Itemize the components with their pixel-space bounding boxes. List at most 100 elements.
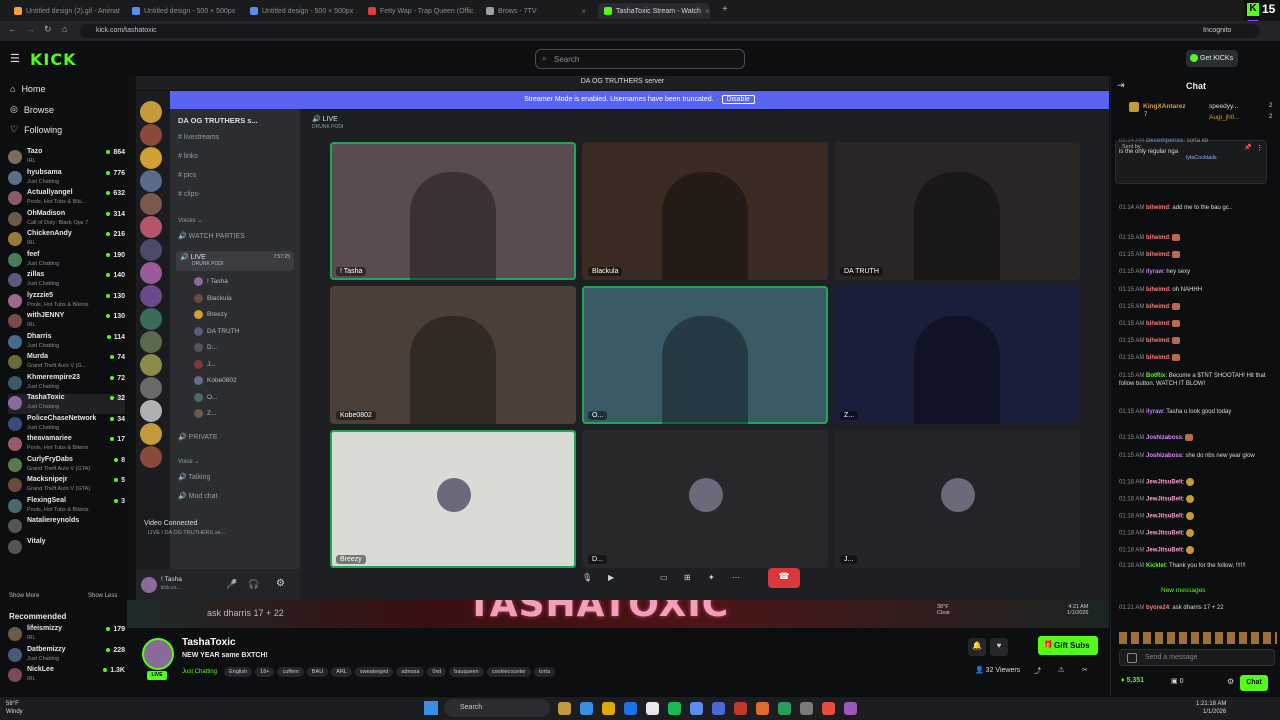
message-user[interactable]: biheimd <box>1146 304 1169 310</box>
camera-control-icon[interactable]: ▶ <box>608 573 614 582</box>
server-icon[interactable] <box>140 216 162 238</box>
text-channel[interactable]: # links <box>178 153 198 160</box>
message-user[interactable]: BotRix <box>1146 373 1165 379</box>
sidebar-channel[interactable]: Tazo IRL 864 <box>8 148 125 168</box>
new-tab-button[interactable]: + <box>722 4 728 15</box>
stream-tag[interactable]: adnosa <box>396 667 425 677</box>
sidebar-channel[interactable]: Datbemizzy Just Chatting 228 <box>8 646 125 666</box>
server-icon[interactable] <box>140 262 162 284</box>
live-voice-channel[interactable]: 🔊 LIVE 7:57:25 DRUNK PODI <box>176 251 294 271</box>
streamer-avatar[interactable] <box>142 638 174 670</box>
message-user[interactable]: JewJitsuBelt <box>1146 497 1183 503</box>
server-icon[interactable] <box>140 124 162 146</box>
server-icon[interactable] <box>140 446 162 468</box>
message-user[interactable]: biheimd <box>1146 321 1169 327</box>
taskbar-app-icon[interactable] <box>558 702 571 715</box>
sidebar-channel[interactable]: FlexingSeal Pools, Hot Tubs & Bikinis 3 <box>8 497 125 517</box>
message-user[interactable]: ilyraw <box>1146 409 1163 415</box>
video-tile[interactable]: D... <box>582 430 828 568</box>
taskbar-app-icon[interactable] <box>668 702 681 715</box>
emote-picker-icon[interactable] <box>1127 653 1137 663</box>
taskbar-app-icon[interactable] <box>690 702 703 715</box>
video-tile[interactable]: Breezy <box>330 430 576 568</box>
message-user[interactable]: JewJitsuBelt <box>1146 514 1183 520</box>
stream-tag[interactable]: BAU <box>306 667 329 677</box>
message-user[interactable]: biheimd <box>1146 205 1169 211</box>
sidebar-channel[interactable]: withJENNY IRL 130 <box>8 312 125 332</box>
stream-tag[interactable]: 18+ <box>255 667 275 677</box>
server-icon[interactable] <box>140 170 162 192</box>
taskbar-app-icon[interactable] <box>734 702 747 715</box>
message-user[interactable]: biheimd <box>1146 355 1169 361</box>
sidebar-channel[interactable]: OhMadison Call of Duty: Black Ops 7 314 <box>8 210 125 230</box>
text-channel[interactable]: # livestreams <box>178 134 219 141</box>
headphones-icon[interactable]: 🎧 <box>248 579 259 590</box>
message-user[interactable]: biheimd <box>1146 287 1169 293</box>
more-icon[interactable]: ⋯ <box>732 573 740 582</box>
server-icon[interactable] <box>140 147 162 169</box>
disconnect-button[interactable]: ☎ <box>768 568 800 588</box>
kicks-balance[interactable]: ▣ 0 <box>1171 677 1183 685</box>
sidebar-channel[interactable]: lyzzzie5 Pools, Hot Tubs & Bikinis 130 <box>8 292 125 312</box>
sidebar-channel[interactable]: Vitaly <box>8 538 125 558</box>
voice-category[interactable]: Voice ⌄ <box>178 458 199 465</box>
video-tile[interactable]: ! Tasha <box>330 142 576 280</box>
soundboard-icon[interactable]: ✦ <box>708 573 715 582</box>
sidebar-channel[interactable]: CurlyFryDabs Grand Theft Auto V (GTA) 8 <box>8 456 125 476</box>
mic-icon[interactable]: 🎤 <box>226 579 237 590</box>
stream-tag[interactable]: ARL <box>331 667 352 677</box>
message-user[interactable]: JewJitsuBelt <box>1146 531 1183 537</box>
disable-streamer-mode-button[interactable]: Disable <box>721 95 755 104</box>
server-icon[interactable] <box>140 400 162 422</box>
chat-input[interactable]: Send a message <box>1119 649 1275 666</box>
taskbar-app-icon[interactable] <box>822 702 835 715</box>
activities-icon[interactable]: ⊞ <box>684 573 691 582</box>
stream-tag[interactable]: English <box>224 667 253 677</box>
video-tile[interactable]: DA TRUTH <box>834 142 1080 280</box>
clip-icon[interactable]: ✂ <box>1082 666 1088 674</box>
watch-parties-channel[interactable]: 🔊 WATCH PARTIES <box>178 232 245 240</box>
follow-heart-icon[interactable]: ♥ <box>990 638 1008 656</box>
nav-browse[interactable]: ◎ Browse <box>10 104 54 115</box>
browser-tab[interactable]: Fetty Wap - Trap Queen (Offic× <box>362 3 474 19</box>
message-user[interactable]: biheimd <box>1146 235 1169 241</box>
stream-tag[interactable]: cuffem <box>277 667 304 677</box>
message-user[interactable]: ilyraw <box>1146 269 1163 275</box>
taskbar-app-icon[interactable] <box>624 702 637 715</box>
sidebar-channel[interactable]: theavamariee Pools, Hot Tubs & Bikinis 17 <box>8 435 125 455</box>
notification-bell-icon[interactable]: 🔔 <box>968 638 986 656</box>
get-kicks-button[interactable]: Get KICKs <box>1186 50 1238 67</box>
sidebar-channel[interactable]: Murda Grand Theft Auto V (G... 74 <box>8 353 125 373</box>
message-user[interactable]: biheimd <box>1146 338 1169 344</box>
server-icon[interactable] <box>140 239 162 261</box>
sidebar-channel[interactable]: feef Just Chatting 190 <box>8 251 125 271</box>
video-tile[interactable]: O... <box>582 286 828 424</box>
sidebar-channel[interactable]: PoliceChaseNetwork Just Chatting 34 <box>8 415 125 435</box>
sidebar-channel[interactable]: NickLee IRL 1.3K <box>8 666 125 686</box>
server-icon[interactable] <box>140 377 162 399</box>
stream-tag[interactable]: bauqueen <box>449 667 484 677</box>
taskbar-app-icon[interactable] <box>844 702 857 715</box>
server-icon[interactable] <box>140 285 162 307</box>
browser-tab[interactable]: TashaToxic Stream - Watch × <box>598 3 710 19</box>
voices-category[interactable]: Voices ⌄ <box>178 217 202 224</box>
taskbar-clock[interactable]: 1:21:18 AM 1/1/2026 <box>1196 700 1226 716</box>
taskbar-app-icon[interactable] <box>778 702 791 715</box>
sidebar-channel[interactable]: Macksnipejr Grand Theft Auto V (GTA) 5 <box>8 476 125 496</box>
close-tab-icon[interactable]: × <box>705 7 710 16</box>
message-user[interactable]: JewJitsuBelt <box>1146 480 1183 486</box>
sidebar-channel[interactable]: hyubsama Just Chatting 776 <box>8 169 125 189</box>
message-user[interactable]: Joshizaboss <box>1146 453 1182 459</box>
taskbar-search[interactable]: Search <box>444 699 550 717</box>
server-icon[interactable] <box>140 423 162 445</box>
sidebar-channel[interactable]: TashaToxic Just Chatting 32 <box>8 394 125 414</box>
forward-icon[interactable]: → <box>26 24 35 34</box>
back-icon[interactable]: ← <box>8 24 17 34</box>
chat-settings-icon[interactable]: ⚙ <box>1227 677 1234 686</box>
browser-tab[interactable]: Untitled design - 500 × 500px× <box>244 3 356 19</box>
voice-user[interactable]: J... <box>194 359 216 369</box>
taskbar-app-icon[interactable] <box>646 702 659 715</box>
sidebar-channel[interactable]: ChickenAndy IRL 216 <box>8 230 125 250</box>
top-gifter-name[interactable]: KingXAntarez <box>1143 103 1186 110</box>
send-chat-button[interactable]: Chat <box>1240 675 1268 691</box>
